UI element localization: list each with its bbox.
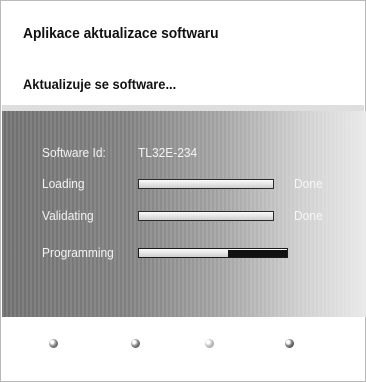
step-label-validating: Validating: [42, 208, 94, 223]
color-key-bar: [1, 339, 366, 353]
green-key-icon[interactable]: [131, 339, 140, 348]
progress-fill-validating: [139, 212, 273, 220]
red-key-icon[interactable]: [49, 339, 58, 348]
software-id-label: Software Id:: [42, 145, 106, 160]
step-status-loading: Done: [294, 176, 323, 191]
step-label-programming: Programming: [42, 245, 114, 260]
progress-fill-programming: [139, 249, 228, 257]
progress-bar-programming: [138, 248, 288, 258]
progress-bar-validating: [138, 211, 274, 221]
status-heading: Aktualizuje se software...: [23, 76, 177, 92]
yellow-key-icon[interactable]: [205, 339, 214, 348]
progress-panel: Software Id: TL32E-234 Loading Done Vali…: [2, 111, 366, 317]
update-dialog: Aplikace aktualizace softwaru Aktualizuj…: [0, 0, 366, 382]
step-status-validating: Done: [294, 208, 323, 223]
progress-fill-loading: [139, 180, 273, 188]
dialog-title: Aplikace aktualizace softwaru: [23, 25, 219, 42]
step-label-loading: Loading: [42, 176, 85, 191]
software-id-value: TL32E-234: [138, 145, 198, 160]
progress-bar-loading: [138, 179, 274, 189]
blue-key-icon[interactable]: [285, 339, 294, 348]
